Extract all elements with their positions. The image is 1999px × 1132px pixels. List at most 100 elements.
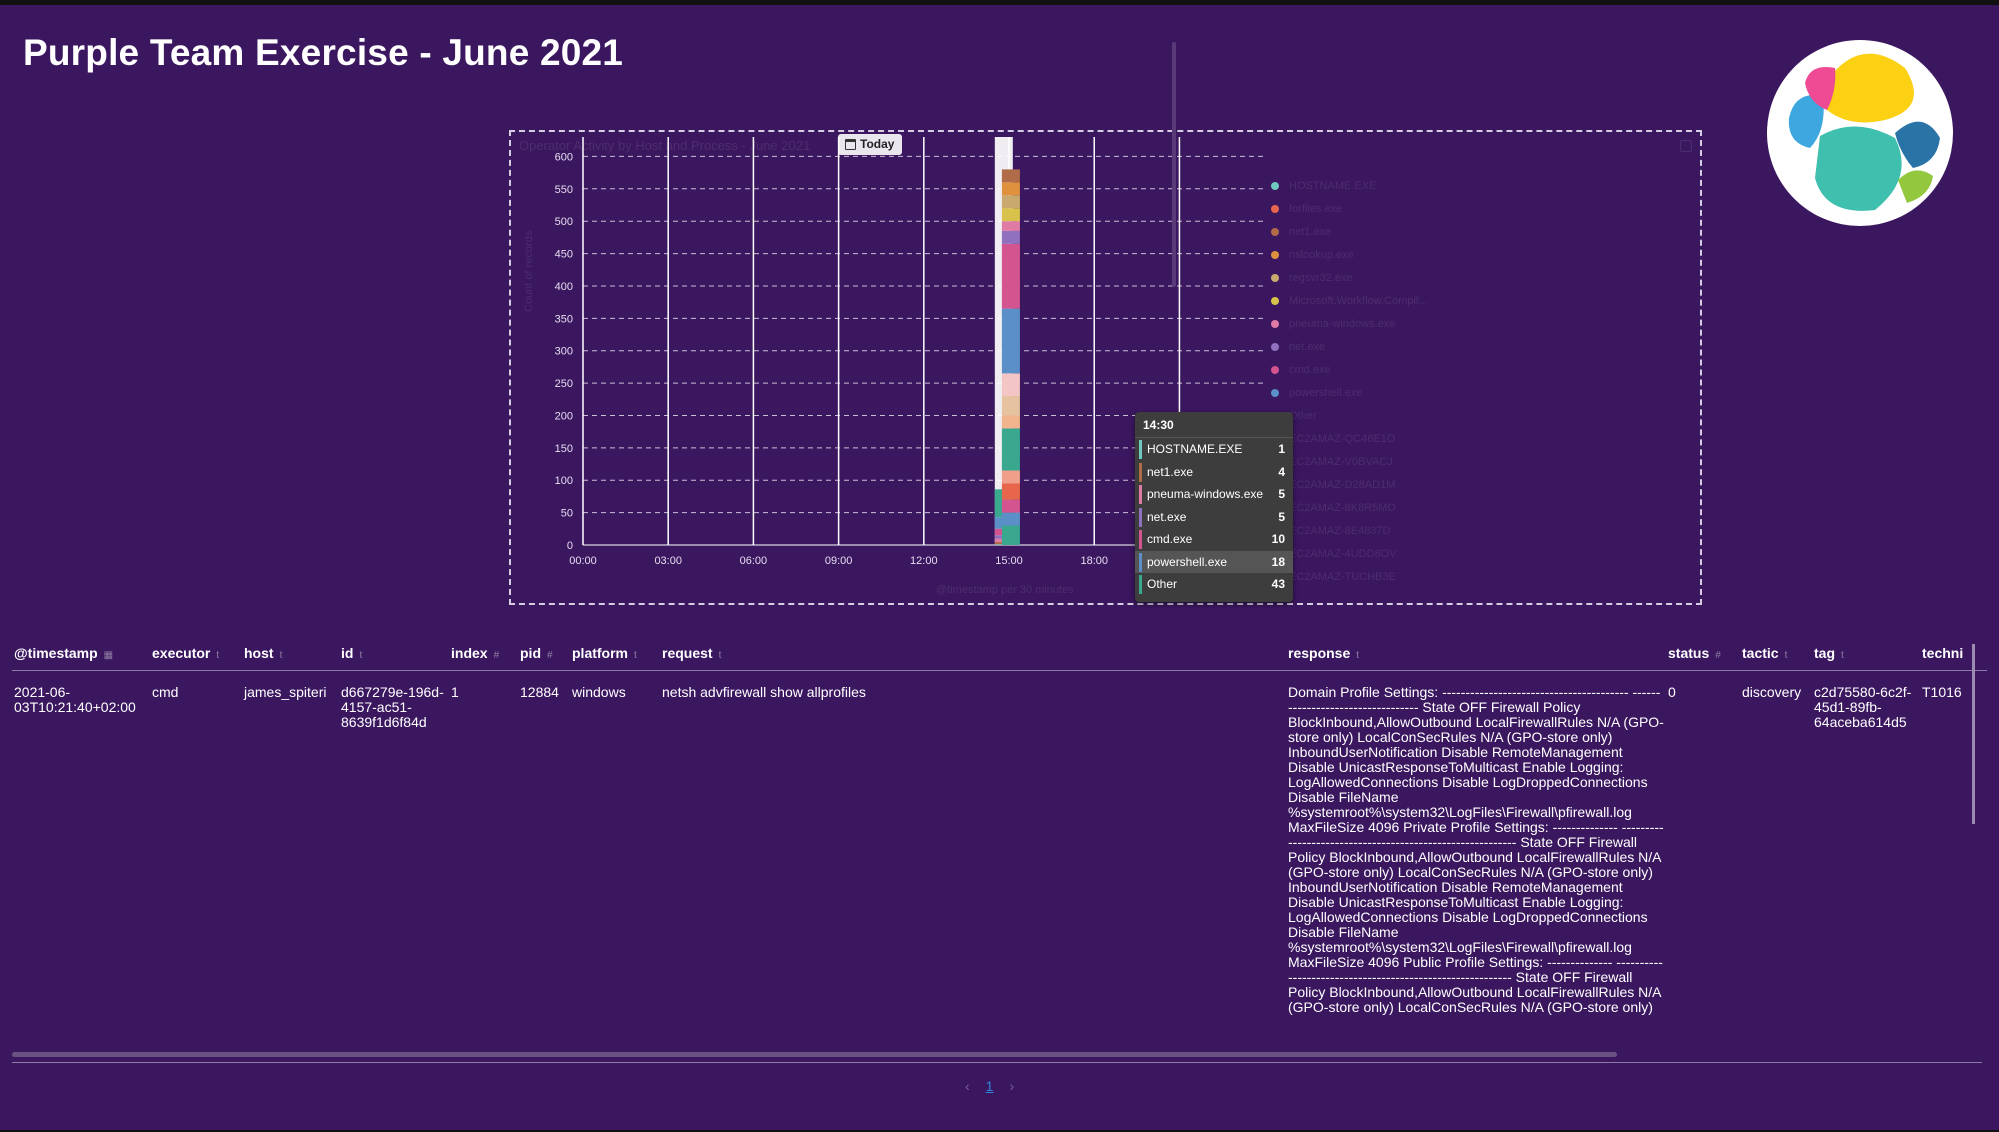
column-header[interactable]: request t [660, 640, 1286, 671]
column-header-label: techni [1922, 645, 1964, 662]
bar-segment [1001, 169, 1020, 183]
legend-item[interactable]: net1.exe [1271, 220, 1451, 243]
legend-item[interactable]: Microsoft.Workflow.Compil... [1271, 289, 1451, 312]
legend-item[interactable]: EC2AMAZ-V0BVACJ [1271, 450, 1451, 473]
pager-page-1[interactable]: 1 [986, 1078, 994, 1094]
y-tick-label: 200 [555, 410, 573, 422]
bar-segment [1001, 499, 1020, 513]
field-type-icon: # [493, 650, 500, 662]
legend-label: cmd.exe [1289, 363, 1331, 376]
x-tick-label: 18:00 [1080, 555, 1108, 567]
legend-item[interactable]: EC2AMAZ-8E4837D [1271, 519, 1451, 542]
legend-item[interactable]: EC2AMAZ-4UDD8OV [1271, 542, 1451, 565]
tooltip-time: 14:30 [1135, 412, 1293, 438]
tooltip-value: 18 [1271, 554, 1285, 569]
field-type-icon: t [634, 650, 637, 662]
tooltip-label: net.exe [1147, 509, 1187, 524]
table-row[interactable]: 2021-06-03T10:21:40+02:00 cmd james_spiter… [12, 670, 1987, 1015]
legend-label: forfiles.exe [1289, 202, 1343, 215]
bar-segment [1001, 525, 1020, 545]
x-tick-label: 09:00 [825, 555, 853, 567]
pager-next-icon[interactable]: › [1009, 1078, 1014, 1094]
y-tick-label: 550 [555, 184, 573, 196]
x-tick-label: 15:00 [995, 555, 1023, 567]
legend-scrollbar[interactable] [1172, 42, 1176, 287]
chart-canvas[interactable]: 0 50 100 150 200 250 300 350 400 450 500 550 600 00:0… [511, 132, 1701, 604]
legend-label: EC2AMAZ-TUCHB3E [1289, 570, 1396, 583]
legend-swatch [1271, 227, 1279, 236]
legend-item[interactable]: Other [1271, 404, 1451, 427]
legend-item[interactable]: nslookup.exe [1271, 243, 1451, 266]
tooltip-swatch [1139, 575, 1142, 594]
tooltip-swatch [1139, 485, 1142, 504]
tooltip-label: HOSTNAME.EXE [1147, 442, 1243, 457]
legend-label: EC2AMAZ-8E4837D [1289, 524, 1391, 537]
tooltip-swatch [1139, 507, 1142, 527]
bar-segment [1001, 195, 1020, 209]
tooltip-label: powershell.exe [1147, 554, 1228, 569]
window-top-edge [0, 0, 1999, 5]
field-type-icon: t [279, 650, 283, 662]
legend-swatch [1271, 319, 1279, 328]
field-type-icon: t [1356, 650, 1360, 662]
bar-segment [1001, 396, 1020, 416]
y-tick-label: 400 [555, 281, 573, 293]
legend-label: EC2AMAZ-8K8R5MO [1289, 501, 1396, 514]
column-header[interactable]: index # [449, 640, 518, 671]
legend-item[interactable]: net.exe [1271, 335, 1451, 358]
legend-item[interactable]: pneuma-windows.exe [1271, 312, 1451, 335]
column-header[interactable]: host t [242, 640, 339, 671]
tooltip-row: powershell.exe 18 [1135, 550, 1293, 573]
tooltip-row: Other 43 [1135, 573, 1293, 596]
column-header[interactable]: techni [1920, 640, 1987, 671]
y-tick-label: 450 [555, 249, 573, 261]
column-header[interactable]: response t [1286, 640, 1666, 671]
column-header[interactable]: id t [339, 640, 449, 671]
tooltip-row: net1.exe 4 [1135, 461, 1293, 484]
column-header[interactable]: @timestamp ▦ [12, 640, 150, 671]
legend-item[interactable]: powershell.exe [1271, 381, 1451, 404]
y-tick-label: 350 [555, 313, 573, 325]
elastic-logo [1767, 40, 1953, 226]
tooltip-swatch [1139, 530, 1142, 549]
legend-item[interactable]: EC2AMAZ-8K8R5MO [1271, 496, 1451, 519]
bar-segment [1001, 373, 1020, 397]
tooltip-swatch [1139, 462, 1142, 482]
legend-item[interactable]: regsvr32.exe [1271, 266, 1451, 289]
chart-legend: HOSTNAME.EXE forfiles.exe net1.exe nslookup… [1271, 174, 1451, 599]
legend-swatch [1271, 273, 1279, 282]
y-tick-label: 150 [555, 443, 573, 455]
column-header-label: tag [1814, 645, 1835, 662]
legend-item[interactable]: HOSTNAME.EXE [1271, 174, 1451, 197]
legend-item[interactable]: cmd.exe [1271, 358, 1451, 381]
tooltip-label: net1.exe [1147, 464, 1194, 479]
column-header[interactable]: platform t [570, 640, 660, 671]
column-header[interactable]: executor t [150, 640, 242, 671]
table-cell: netsh advfirewall show allprofiles [662, 683, 866, 700]
column-header[interactable]: tag t [1812, 640, 1920, 671]
tooltip-label: Other [1147, 577, 1178, 592]
bar-segment [1001, 415, 1020, 429]
legend-label: pneuma-windows.exe [1289, 317, 1396, 330]
legend-item[interactable]: EC2AMAZ-D28AD1M [1271, 473, 1451, 496]
legend-label: HOSTNAME.EXE [1289, 179, 1377, 192]
table-cell: 12884 [520, 683, 559, 700]
legend-item[interactable]: EC2AMAZ-QC46E1O [1271, 427, 1451, 450]
pager-prev-icon[interactable]: ‹ [965, 1078, 970, 1094]
bar-segment [1001, 243, 1020, 309]
tooltip-value: 10 [1271, 532, 1285, 547]
column-header-label: tactic [1742, 645, 1779, 662]
column-header[interactable]: pid # [518, 640, 570, 671]
legend-item[interactable]: forfiles.exe [1271, 197, 1451, 220]
legend-item[interactable]: EC2AMAZ-TUCHB3E [1271, 565, 1451, 588]
column-header-label: response [1288, 645, 1351, 662]
column-header-label: host [244, 645, 274, 662]
table-cell: c2d75580-6c2f-45d1-89fb-64aceba614d5 [1814, 683, 1912, 730]
legend-label: regsvr32.exe [1289, 271, 1353, 284]
x-tick-label: 12:00 [910, 555, 938, 567]
column-header[interactable]: status # [1666, 640, 1740, 671]
table-vertical-scrollbar[interactable] [1972, 644, 1975, 824]
table-horizontal-scrollbar[interactable] [12, 1052, 1617, 1057]
column-header[interactable]: tactic t [1740, 640, 1812, 671]
tooltip-label: pneuma-windows.exe [1147, 487, 1264, 502]
